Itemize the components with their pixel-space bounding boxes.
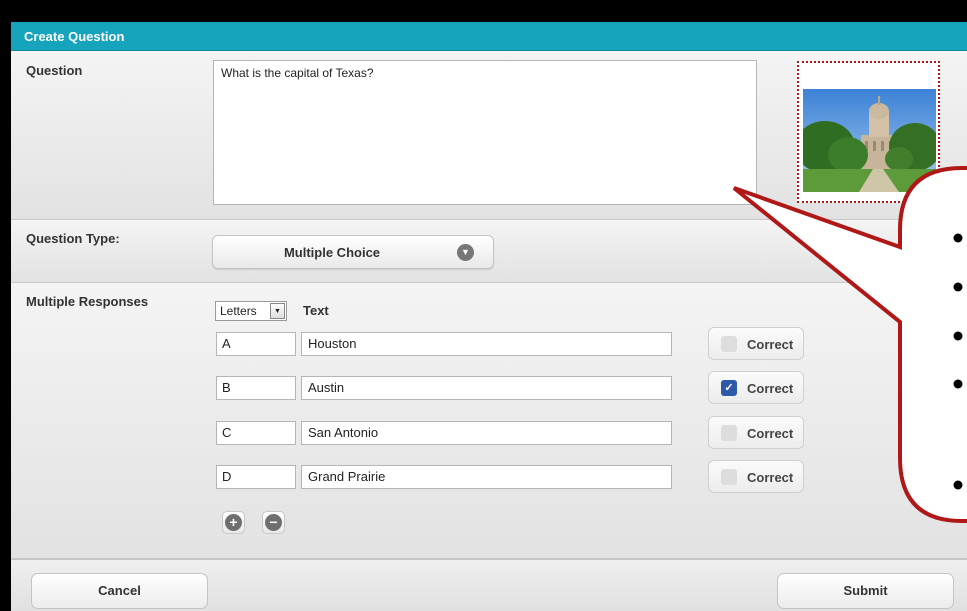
plus-circle-icon: + <box>225 514 242 531</box>
question-image <box>803 89 936 192</box>
response-d-text[interactable]: Grand Prairie <box>301 465 672 489</box>
correct-toggle-a[interactable]: Correct <box>708 327 804 360</box>
correct-toggle-c[interactable]: Correct <box>708 416 804 449</box>
question-type-section: Question Type: Multiple Choice ▼ <box>11 220 967 283</box>
response-a-letter[interactable]: A <box>216 332 296 356</box>
cancel-button[interactable]: Cancel <box>31 573 208 609</box>
response-c-text[interactable]: San Antonio <box>301 421 672 445</box>
response-d-letter[interactable]: D <box>216 465 296 489</box>
dialog-footer: Cancel Submit <box>11 559 967 611</box>
chevron-down-icon: ▼ <box>457 244 474 261</box>
add-response-button[interactable]: + <box>222 511 245 534</box>
question-type-dropdown[interactable]: Multiple Choice ▼ <box>212 235 494 269</box>
close-circle-icon[interactable]: × <box>914 177 934 197</box>
checkbox[interactable] <box>721 425 737 441</box>
minus-circle-icon: − <box>265 514 282 531</box>
correct-label: Correct <box>747 426 794 441</box>
question-label: Question <box>26 63 83 78</box>
response-b-letter[interactable]: B <box>216 376 296 400</box>
submit-button[interactable]: Submit <box>777 573 954 609</box>
text-column-header: Text <box>303 303 329 318</box>
checkbox[interactable] <box>721 469 737 485</box>
correct-label: Correct <box>747 337 794 352</box>
checkbox[interactable] <box>721 336 737 352</box>
question-type-value: Multiple Choice <box>283 245 381 260</box>
remove-response-button[interactable]: − <box>262 511 285 534</box>
responses-label: Multiple Responses <box>26 294 149 309</box>
chevron-down-icon: ▼ <box>270 303 285 319</box>
correct-label: Correct <box>747 470 794 485</box>
numbering-select[interactable]: Letters ▼ <box>215 301 287 321</box>
numbering-select-value: Letters <box>220 304 257 318</box>
response-b-text[interactable]: Austin <box>301 376 672 400</box>
question-type-label: Question Type: <box>26 231 120 246</box>
response-a-text[interactable]: Houston <box>301 332 672 356</box>
question-section: Question What is the capital of Texas? × <box>11 51 967 220</box>
response-c-letter[interactable]: C <box>216 421 296 445</box>
create-question-dialog: Create Question Question What is the cap… <box>11 22 967 611</box>
dialog-title: Create Question <box>11 22 967 51</box>
question-textarea[interactable]: What is the capital of Texas? <box>213 60 757 205</box>
correct-toggle-b[interactable]: ✓ Correct <box>708 371 804 404</box>
correct-label: Correct <box>747 381 794 396</box>
checkmark-icon[interactable]: ✓ <box>721 380 737 396</box>
correct-toggle-d[interactable]: Correct <box>708 460 804 493</box>
question-image-box[interactable]: × <box>797 61 940 203</box>
